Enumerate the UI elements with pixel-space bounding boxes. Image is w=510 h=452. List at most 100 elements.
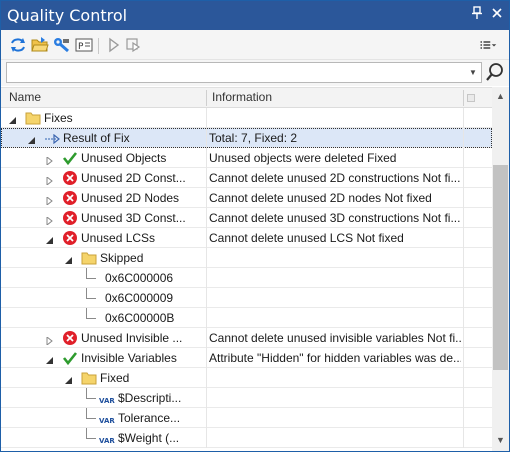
- column-gridline: [206, 108, 207, 128]
- row-information: [209, 268, 461, 288]
- expanded-node-icon[interactable]: [28, 134, 36, 144]
- column-header-information[interactable]: Information: [207, 88, 462, 108]
- tree-row[interactable]: 0x6C00000B: [1, 308, 492, 328]
- search-icon[interactable]: [485, 62, 505, 83]
- row-information: Attribute "Hidden" for hidden variables …: [209, 351, 461, 365]
- folder-icon: [81, 370, 97, 386]
- row-name: Unused LCSs: [81, 231, 156, 245]
- column-gridline: [206, 128, 207, 148]
- list-view-icon[interactable]: [479, 37, 503, 53]
- vertical-scrollbar[interactable]: ▲ ▼: [492, 87, 509, 451]
- tree-row[interactable]: Unused Objects Unused objects were delete…: [1, 148, 492, 168]
- column-gridline: [206, 328, 207, 348]
- row-information: [209, 308, 461, 328]
- refresh-icon[interactable]: [9, 37, 27, 53]
- tree-row[interactable]: Unused 3D Const... Cannot delete unused 3…: [1, 208, 492, 228]
- expanded-node-icon[interactable]: [9, 114, 17, 124]
- pin-icon[interactable]: [469, 6, 485, 24]
- column-chooser-icon[interactable]: [467, 94, 475, 102]
- expanded-node-icon[interactable]: [46, 234, 54, 244]
- row-information: [209, 248, 461, 268]
- column-gridline: [206, 188, 207, 208]
- tree-row[interactable]: Result of Fix Total: 7, Fixed: 2: [1, 128, 492, 148]
- filter-combobox[interactable]: ▼: [6, 62, 482, 83]
- filter-input[interactable]: [9, 64, 464, 81]
- column-gridline: [463, 208, 464, 228]
- expanded-node-icon[interactable]: [65, 374, 73, 384]
- folder-icon: [81, 250, 97, 266]
- column-header-name[interactable]: Name: [4, 88, 204, 108]
- row-information: Total: 7, Fixed: 2: [209, 131, 298, 145]
- column-gridline: [463, 268, 464, 288]
- chevron-down-icon[interactable]: ▼: [466, 64, 480, 81]
- tree-row[interactable]: VAR Tolerance...: [1, 408, 492, 428]
- column-gridline: [463, 388, 464, 408]
- expanded-node-icon[interactable]: [65, 254, 73, 264]
- tree-row[interactable]: 0x6C000006: [1, 268, 492, 288]
- tree-row[interactable]: Fixes: [1, 108, 492, 128]
- row-information: Cannot delete unused 2D constructions No…: [209, 171, 461, 185]
- variable-icon: VAR: [99, 430, 115, 446]
- column-gridline: [463, 368, 464, 388]
- row-name: $Weight (...: [118, 431, 180, 445]
- scroll-down-icon[interactable]: ▼: [492, 433, 509, 447]
- row-name: Unused 2D Nodes: [81, 191, 180, 205]
- play-icon[interactable]: [105, 37, 123, 53]
- tree-row[interactable]: VAR $Descripti...: [1, 388, 492, 408]
- collapsed-node-icon[interactable]: [46, 214, 54, 227]
- results-tree-grid: Name Information Fixes Result of Fix Total…: [1, 87, 509, 451]
- row-name: Unused 3D Const...: [81, 211, 186, 225]
- column-gridline: [206, 308, 207, 328]
- step-icon[interactable]: [125, 37, 143, 53]
- scroll-thumb[interactable]: [493, 165, 508, 370]
- scroll-up-icon[interactable]: ▲: [492, 89, 509, 103]
- tree-row[interactable]: Fixed: [1, 368, 492, 388]
- column-gridline: [206, 348, 207, 368]
- row-information: [209, 368, 461, 388]
- wrench-icon[interactable]: [53, 37, 71, 53]
- quality-control-panel: Quality Control P ▼ Name Information Fix…: [0, 0, 510, 452]
- tree-row[interactable]: VAR $Weight (...: [1, 428, 492, 448]
- column-gridline: [206, 428, 207, 448]
- variable-icon: VAR: [99, 410, 115, 426]
- collapsed-node-icon[interactable]: [46, 154, 54, 167]
- row-name: Result of Fix: [63, 131, 130, 145]
- variable-icon: VAR: [99, 390, 115, 406]
- collapsed-node-icon[interactable]: [46, 194, 54, 207]
- column-gridline: [463, 108, 464, 128]
- check-icon: [62, 350, 78, 366]
- column-gridline: [463, 428, 464, 448]
- check-icon: [62, 150, 78, 166]
- tree-connector: [86, 278, 96, 279]
- column-divider[interactable]: [463, 90, 464, 106]
- tree-connector: [86, 418, 96, 419]
- toolbar: P: [1, 30, 509, 60]
- error-icon: [62, 170, 78, 186]
- title-bar: Quality Control: [1, 1, 509, 30]
- column-gridline: [463, 248, 464, 268]
- column-gridline: [463, 168, 464, 188]
- svg-text:VAR: VAR: [99, 417, 115, 425]
- collapsed-node-icon[interactable]: [46, 174, 54, 187]
- properties-icon[interactable]: P: [75, 37, 93, 53]
- tree-row[interactable]: Invisible Variables Attribute "Hidden" fo…: [1, 348, 492, 368]
- row-information: [209, 428, 461, 448]
- expanded-node-icon[interactable]: [46, 354, 54, 364]
- row-name: Unused 2D Const...: [81, 171, 186, 185]
- tree-row[interactable]: 0x6C000009: [1, 288, 492, 308]
- error-icon: [62, 230, 78, 246]
- row-name: 0x6C000006: [105, 271, 174, 285]
- collapsed-node-icon[interactable]: [46, 334, 54, 347]
- tree-row[interactable]: Skipped: [1, 248, 492, 268]
- column-gridline: [206, 168, 207, 188]
- svg-text:P: P: [78, 42, 84, 52]
- tree-row[interactable]: Unused 2D Const... Cannot delete unused 2…: [1, 168, 492, 188]
- row-name: $Descripti...: [118, 391, 182, 405]
- row-name: Unused Invisible ...: [81, 331, 183, 345]
- open-folder-icon[interactable]: [31, 37, 49, 53]
- column-gridline: [463, 408, 464, 428]
- tree-row[interactable]: Unused LCSs Cannot delete unused LCS Not …: [1, 228, 492, 248]
- tree-row[interactable]: Unused Invisible ... Cannot delete unused…: [1, 328, 492, 348]
- tree-row[interactable]: Unused 2D Nodes Cannot delete unused 2D n…: [1, 188, 492, 208]
- close-icon[interactable]: [489, 6, 505, 24]
